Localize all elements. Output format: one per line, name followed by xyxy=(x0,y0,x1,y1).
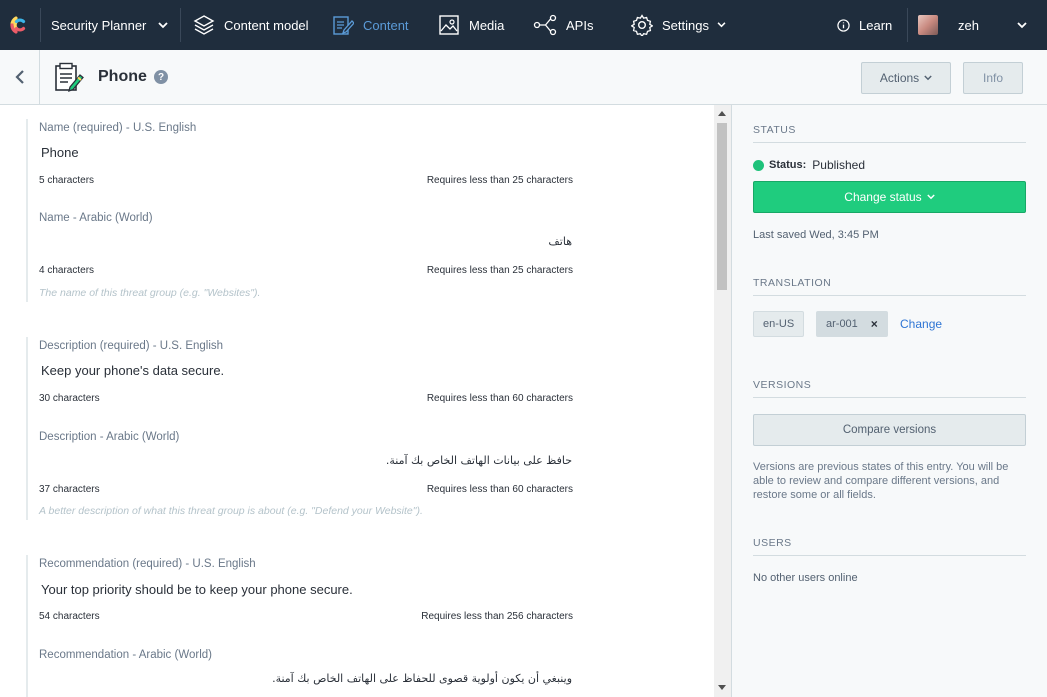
status-indicator: Status: Published xyxy=(753,158,865,172)
users-section-title: USERS xyxy=(753,537,1026,556)
chevron-down-icon[interactable] xyxy=(1017,0,1027,50)
actions-label: Actions xyxy=(879,71,920,85)
field-hint: A better description of what this threat… xyxy=(39,505,423,517)
nav-label: Content model xyxy=(224,17,309,33)
remove-locale-icon[interactable]: × xyxy=(871,317,878,331)
last-saved-text: Last saved Wed, 3:45 PM xyxy=(753,229,879,241)
entry-sidebar: STATUS Status: Published Change status L… xyxy=(731,105,1047,697)
scroll-thumb[interactable] xyxy=(717,123,727,290)
field-label: Description (required) - U.S. English xyxy=(39,340,224,352)
compare-versions-button[interactable]: Compare versions xyxy=(753,414,1026,446)
char-count: 54 characters xyxy=(39,611,100,622)
description-ar-input[interactable]: حافظ على بيانات الهاتف الخاص بك آمنة. xyxy=(386,454,572,467)
entry-header: Phone ? Actions Info xyxy=(0,50,1047,105)
nav-media[interactable]: Media xyxy=(438,0,504,50)
field-name: Name (required) - U.S. English Phone 5 c… xyxy=(26,119,586,302)
nav-learn[interactable]: Learn xyxy=(837,0,892,50)
content-edit-icon xyxy=(333,16,354,35)
api-icon xyxy=(533,14,557,36)
char-limit: Requires less than 25 characters xyxy=(426,265,573,276)
user-name: zeh xyxy=(958,17,979,33)
field-label: Recommendation - Arabic (World) xyxy=(39,649,212,661)
field-label: Name - Arabic (World) xyxy=(39,212,153,224)
change-status-button[interactable]: Change status xyxy=(753,181,1026,213)
page-title: Phone xyxy=(98,68,147,85)
gear-icon xyxy=(631,14,653,36)
nav-label: Learn xyxy=(859,17,893,33)
space-selector[interactable]: Security Planner xyxy=(51,0,146,50)
contentful-logo[interactable] xyxy=(8,0,34,50)
char-count: 37 characters xyxy=(39,484,100,495)
field-label: Name (required) - U.S. English xyxy=(39,122,197,134)
image-icon xyxy=(439,15,459,35)
status-section-title: STATUS xyxy=(753,124,1026,143)
nav-settings[interactable]: Settings xyxy=(631,0,726,50)
name-ar-input[interactable]: هاتف xyxy=(548,235,572,248)
nav-divider xyxy=(907,8,908,42)
actions-button[interactable]: Actions xyxy=(861,62,951,94)
nav-label: APIs xyxy=(566,17,594,33)
nav-label: Media xyxy=(469,17,505,33)
nav-content-model[interactable]: Content model xyxy=(193,0,309,50)
chevron-down-icon xyxy=(924,75,932,81)
versions-section-title: VERSIONS xyxy=(753,379,1026,398)
locale-tag: ar-001 × xyxy=(816,311,888,337)
versions-description: Versions are previous states of this ent… xyxy=(753,461,1009,501)
entry-editor: Name (required) - U.S. English Phone 5 c… xyxy=(0,105,731,697)
nav-apis[interactable]: APIs xyxy=(533,0,593,50)
help-icon[interactable]: ? xyxy=(154,70,168,84)
layers-icon xyxy=(193,15,215,35)
recommendation-ar-input[interactable]: وينبغي أن يكون أولوية قصوى للحفاظ على ال… xyxy=(272,672,572,685)
char-count: 4 characters xyxy=(39,265,95,276)
info-icon xyxy=(837,18,850,32)
locale-label: ar-001 xyxy=(826,318,858,330)
chevron-down-icon xyxy=(926,194,935,200)
char-limit: Requires less than 60 characters xyxy=(426,484,573,495)
recommendation-en-input[interactable]: Your top priority should be to keep your… xyxy=(41,582,353,597)
entry-edit-icon xyxy=(55,62,84,93)
field-label: Description - Arabic (World) xyxy=(39,431,180,443)
locale-tag: en-US xyxy=(753,311,805,337)
status-label: Status: xyxy=(769,159,807,171)
field-description: Description (required) - U.S. English Ke… xyxy=(26,337,586,520)
nav-divider xyxy=(180,8,181,42)
name-en-input[interactable]: Phone xyxy=(41,145,79,160)
status-dot-icon xyxy=(753,159,764,171)
nav-label: Content xyxy=(363,17,409,33)
users-status-text: No other users online xyxy=(753,572,858,584)
logo-icon xyxy=(10,16,26,34)
space-name: Security Planner xyxy=(51,17,147,33)
scroll-up-icon[interactable] xyxy=(718,111,726,116)
top-navigation: Security Planner Content model Content M… xyxy=(0,0,1047,50)
chevron-left-icon xyxy=(14,70,24,84)
status-value: Published xyxy=(812,158,865,172)
nav-content[interactable]: Content xyxy=(332,0,409,50)
field-recommendation: Recommendation (required) - U.S. English… xyxy=(26,555,586,697)
editor-scrollbar[interactable] xyxy=(714,105,731,697)
char-limit: Requires less than 25 characters xyxy=(426,175,573,186)
locale-label: en-US xyxy=(763,318,795,330)
char-limit: Requires less than 60 characters xyxy=(426,393,573,404)
entry-icon xyxy=(53,62,85,99)
char-count: 30 characters xyxy=(39,393,100,404)
scroll-down-icon[interactable] xyxy=(718,685,726,690)
user-menu[interactable]: zeh xyxy=(918,0,979,50)
change-status-label: Change status xyxy=(844,190,922,204)
change-locales-link[interactable]: Change xyxy=(900,317,942,331)
char-count: 5 characters xyxy=(39,175,95,186)
field-label: Recommendation (required) - U.S. English xyxy=(39,558,256,570)
nav-divider xyxy=(40,8,41,42)
description-en-input[interactable]: Keep your phone's data secure. xyxy=(41,363,224,378)
avatar xyxy=(918,15,938,35)
char-limit: Requires less than 256 characters xyxy=(421,611,573,622)
field-hint: The name of this threat group (e.g. "Web… xyxy=(39,287,261,299)
back-button[interactable] xyxy=(0,50,40,104)
info-button[interactable]: Info xyxy=(963,62,1023,94)
nav-label: Settings xyxy=(662,17,709,33)
chevron-down-icon[interactable] xyxy=(158,0,168,50)
translation-section-title: TRANSLATION xyxy=(753,277,1026,296)
chevron-down-icon xyxy=(717,22,726,28)
